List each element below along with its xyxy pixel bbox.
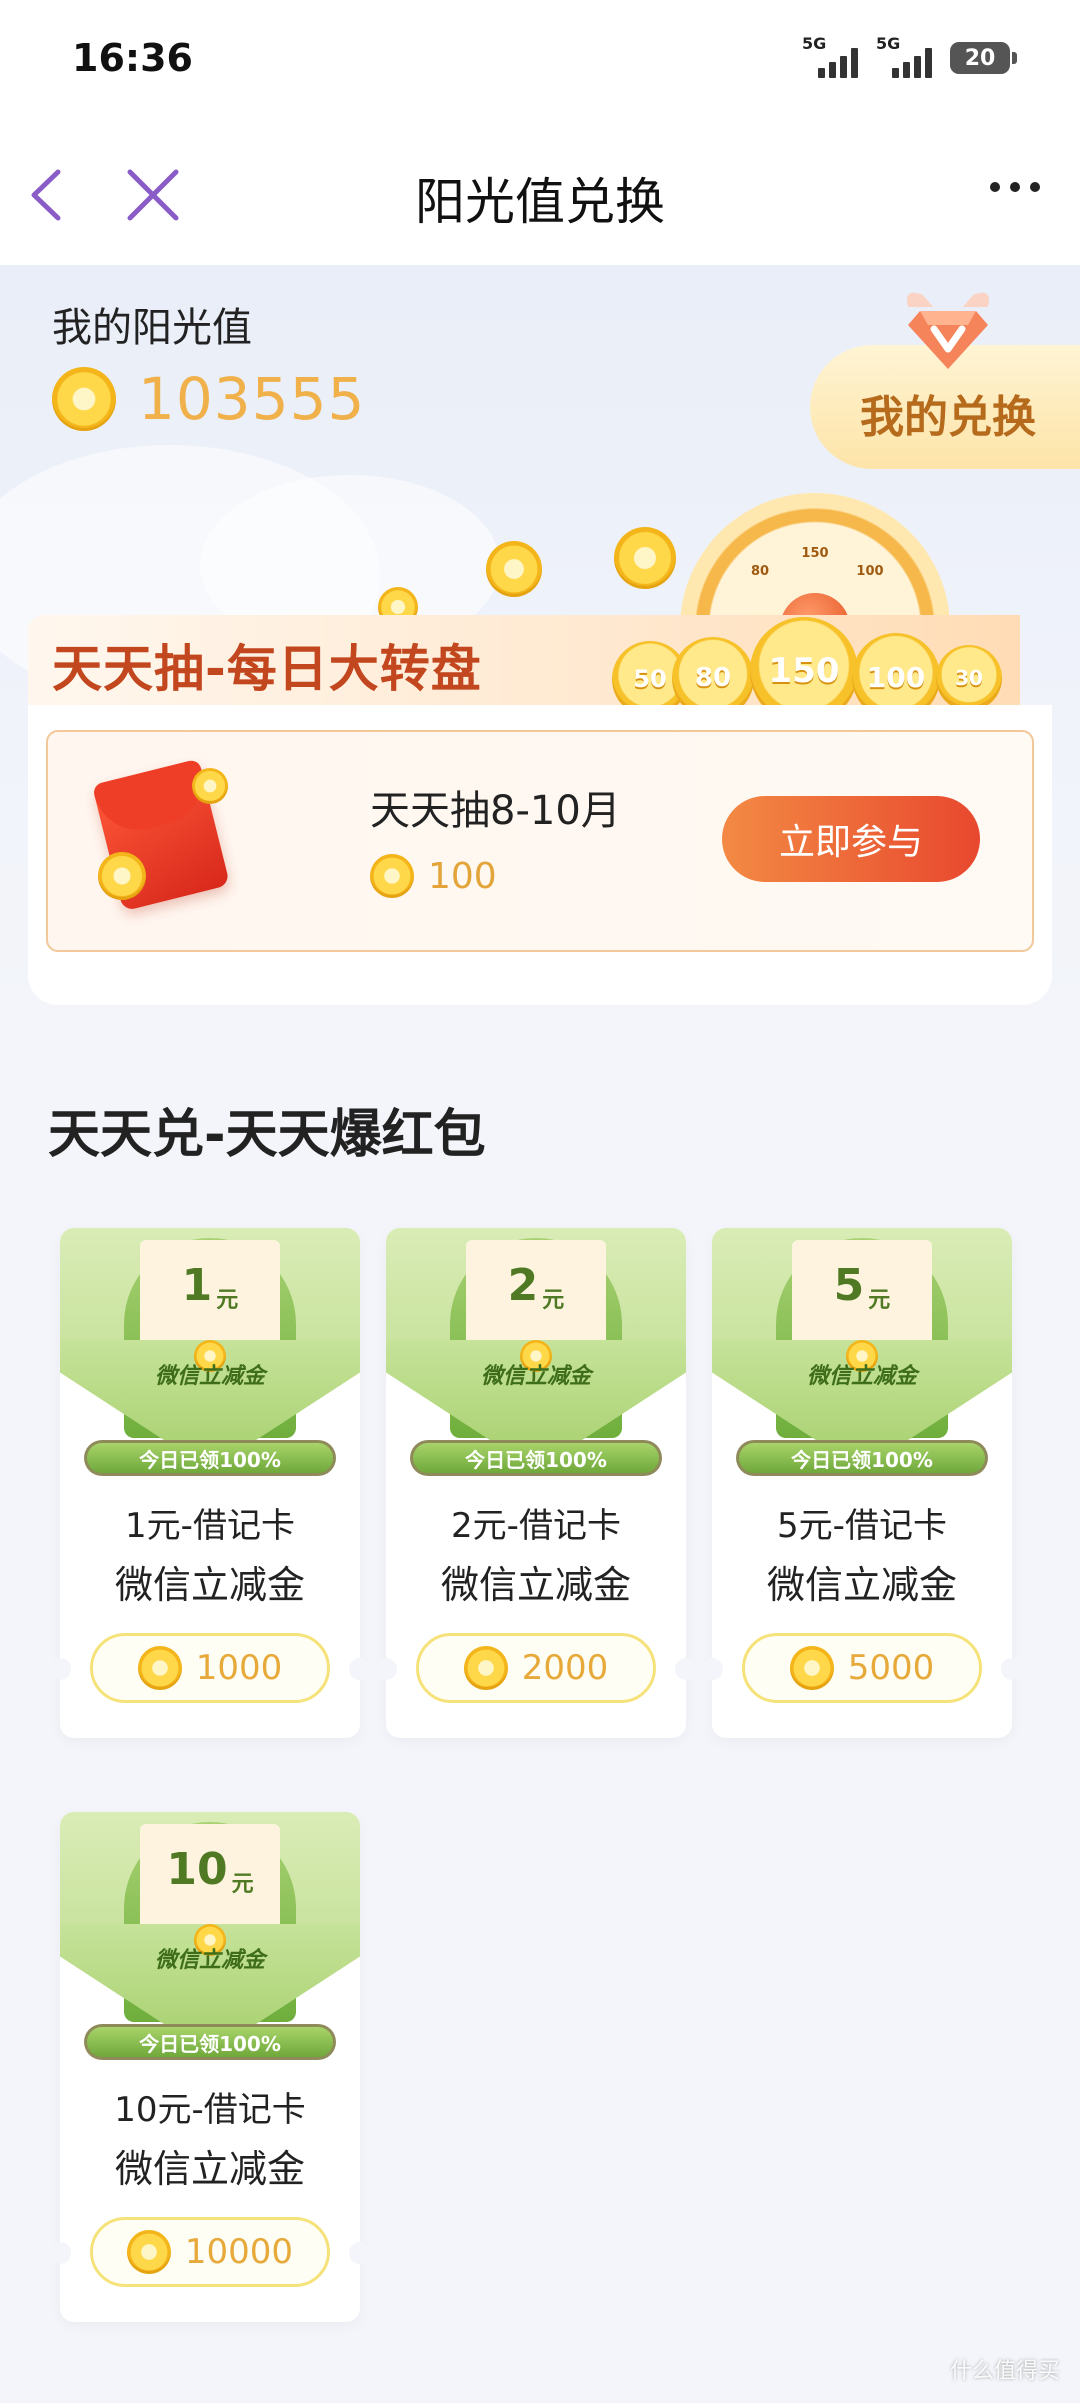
- signal-icon: 5G: [876, 34, 936, 78]
- coupon-title: 2元-借记卡: [451, 1506, 621, 1546]
- lottery-title: 天天抽-每日大转盘: [52, 640, 482, 698]
- lottery-item-name: 天天抽8-10月: [370, 788, 621, 834]
- my-exchange-button[interactable]: 我的兑换: [810, 292, 1080, 469]
- coin-icon: [614, 527, 676, 589]
- section-title: 天天兑-天天爆红包: [48, 1105, 486, 1165]
- redeem-button[interactable]: 5000: [742, 1633, 982, 1703]
- status-time: 16:36: [72, 36, 193, 80]
- coupon-card[interactable]: 1元 微信立减金 今日已领100% 1元-借记卡 微信立减金 1000: [49, 1228, 371, 1738]
- claim-progress: 今日已领100%: [410, 1440, 662, 1476]
- coupon-amount: 10: [166, 1844, 228, 1895]
- watermark: 什么值得买: [949, 2359, 1060, 2384]
- coupon-title: 1元-借记卡: [125, 1506, 295, 1546]
- coin-icon: [789, 1646, 834, 1690]
- coupon-subtitle: 微信立减金: [766, 1563, 957, 1607]
- lottery-cost-value: 100: [428, 855, 497, 897]
- coupon-unit: 元: [216, 1288, 239, 1313]
- claim-progress: 今日已领100%: [736, 1440, 988, 1476]
- coin-icon: [98, 852, 146, 900]
- more-icon[interactable]: [990, 182, 1040, 192]
- coupon-flap-text: 微信立减金: [154, 1364, 265, 1389]
- my-points-label: 我的阳光值: [52, 305, 252, 351]
- coupon-title: 5元-借记卡: [777, 1506, 947, 1546]
- coin-icon: [486, 541, 542, 597]
- points-header: 我的阳光值 103555 我的兑换 150 100 80 50 60 开始 天天…: [0, 265, 1080, 1025]
- my-points: 103555: [52, 365, 365, 433]
- wheel-slot: 80: [750, 563, 770, 579]
- coin-icon: [463, 1646, 508, 1690]
- coin-icon: [126, 2230, 171, 2274]
- join-button[interactable]: 立即参与: [722, 796, 980, 882]
- coupon-card[interactable]: 2元 微信立减金 今日已领100% 2元-借记卡 微信立减金 2000: [375, 1228, 697, 1738]
- coin-icon: [52, 367, 116, 431]
- coupon-price: 2000: [521, 1648, 609, 1688]
- coupon-flap-text: 微信立减金: [806, 1364, 917, 1389]
- coupon-price: 10000: [184, 2232, 294, 2272]
- coupon-unit: 元: [231, 1872, 254, 1897]
- wheel-slot: 150: [801, 545, 829, 561]
- coupon-price: 1000: [195, 1648, 283, 1688]
- lottery-item[interactable]: 天天抽8-10月 100 立即参与: [46, 730, 1034, 952]
- redeem-button[interactable]: 2000: [416, 1633, 656, 1703]
- my-exchange-label: 我的兑换: [860, 392, 1036, 443]
- coupon-flap-text: 微信立减金: [480, 1364, 591, 1389]
- coupon-amount: 1: [181, 1260, 213, 1311]
- coupon-price: 5000: [847, 1648, 935, 1688]
- coupon-card[interactable]: 10 元 微信立减金 今日已领100% 10元-借记卡 微信立减金 10000: [49, 1812, 371, 2322]
- signal-icon: 5G: [802, 34, 862, 78]
- coupon-subtitle: 微信立减金: [114, 1563, 305, 1607]
- coupon-card[interactable]: 5元 微信立减金 今日已领100% 5元-借记卡 微信立减金 5000: [701, 1228, 1023, 1738]
- coupon-amount: 2: [507, 1260, 539, 1311]
- claim-progress: 今日已领100%: [84, 1440, 336, 1476]
- coupon-amount: 5: [833, 1260, 865, 1311]
- battery-icon: 20: [950, 42, 1017, 74]
- coupon-subtitle: 微信立减金: [440, 1563, 631, 1607]
- lottery-card: 天天抽8-10月 100 立即参与: [28, 705, 1052, 1005]
- nav-bar: 阳光值兑换: [0, 120, 1080, 265]
- coupon-flap-text: 微信立减金: [154, 1948, 265, 1973]
- coupon-unit: 元: [868, 1288, 891, 1313]
- coin-icon: [137, 1646, 182, 1690]
- status-icons: 5G 5G 20: [802, 34, 1017, 78]
- wheel-slot: 100: [856, 563, 884, 579]
- claim-progress: 今日已领100%: [84, 2024, 336, 2060]
- coupon-subtitle: 微信立减金: [114, 2147, 305, 2191]
- coin-icon: [370, 854, 414, 898]
- status-bar: 16:36 5G 5G 20: [0, 0, 1080, 120]
- coupon-unit: 元: [542, 1288, 565, 1313]
- coin-icon: 30: [936, 645, 1002, 711]
- redeem-button[interactable]: 1000: [90, 1633, 330, 1703]
- coupon-title: 10元-借记卡: [114, 2090, 306, 2130]
- coin-icon: [192, 768, 228, 804]
- page-title: 阳光值兑换: [415, 173, 665, 231]
- redeem-button[interactable]: 10000: [90, 2217, 330, 2287]
- my-points-value: 103555: [138, 365, 366, 433]
- gem-icon: [907, 292, 989, 369]
- lottery-cost: 100: [370, 854, 497, 898]
